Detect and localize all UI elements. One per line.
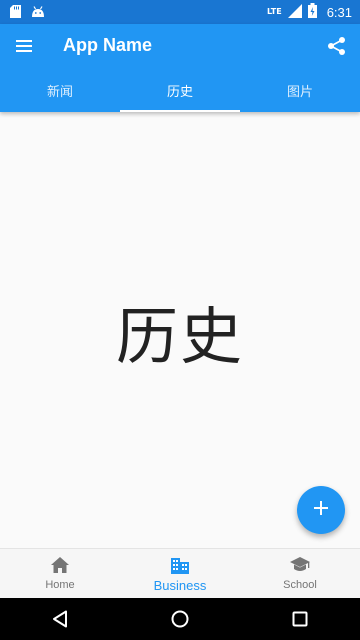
status-time: 6:31	[326, 4, 352, 20]
home-circle-icon[interactable]	[160, 599, 200, 639]
content-title: 历史	[115, 300, 244, 373]
tab-content: 历史	[0, 112, 360, 548]
network-type: LTE	[266, 7, 282, 16]
bottom-nav-home[interactable]: Home	[0, 549, 120, 599]
bottom-navigation: Home Business School	[0, 548, 360, 599]
status-bar: LTE 6:31	[0, 0, 360, 24]
hamburger-menu-icon[interactable]	[14, 36, 34, 56]
tab-bar: 新闻 历史 图片	[0, 68, 360, 112]
add-fab-button[interactable]	[297, 486, 345, 534]
back-icon[interactable]	[40, 599, 80, 639]
nav-label: School	[283, 579, 317, 591]
app-title: App Name	[63, 35, 153, 55]
nav-label: Business	[153, 577, 207, 593]
school-icon	[290, 557, 310, 577]
sd-card-icon	[10, 3, 21, 22]
nav-label: Home	[45, 579, 75, 591]
toolbar: App Name	[0, 24, 360, 68]
plus-icon	[313, 500, 329, 520]
share-icon[interactable]	[326, 35, 348, 57]
tab-pictures[interactable]: 图片	[240, 68, 360, 112]
home-icon	[51, 557, 69, 577]
bottom-nav-school[interactable]: School	[240, 549, 360, 599]
tab-history[interactable]: 历史	[120, 68, 240, 112]
bottom-nav-business[interactable]: Business	[120, 549, 240, 599]
tab-label: 新闻	[46, 84, 73, 100]
app-bar: App Name 新闻 历史 图片	[0, 24, 360, 112]
system-navigation-bar	[0, 598, 360, 640]
business-icon	[171, 556, 189, 578]
android-icon	[31, 3, 45, 22]
tab-news[interactable]: 新闻	[0, 68, 120, 112]
battery-icon	[307, 2, 317, 22]
status-right: LTE 6:31	[266, 2, 360, 22]
recents-icon[interactable]	[280, 599, 320, 639]
status-left	[0, 3, 45, 22]
tab-label: 历史	[166, 84, 193, 100]
tab-label: 图片	[286, 84, 313, 100]
signal-icon	[287, 3, 302, 22]
